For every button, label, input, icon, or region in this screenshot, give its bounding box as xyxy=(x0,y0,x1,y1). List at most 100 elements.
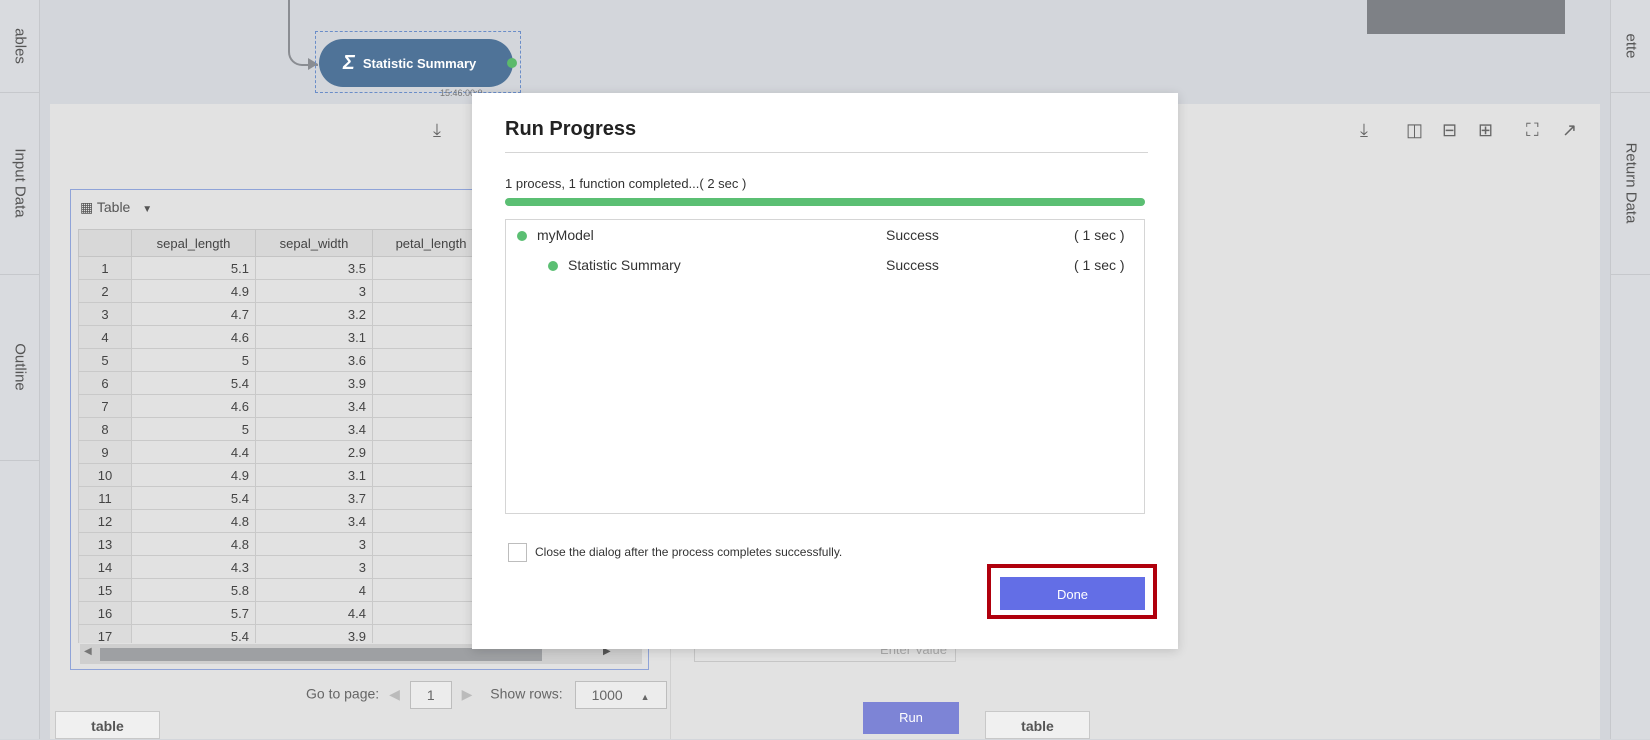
split-horizontal-icon[interactable]: ⊟ xyxy=(1442,120,1457,141)
row-number: 3 xyxy=(78,302,132,326)
node-output-port[interactable] xyxy=(507,58,517,68)
column-header[interactable]: sepal_width xyxy=(255,229,373,257)
close-dialog-checkbox[interactable] xyxy=(508,543,527,562)
grid-layout-icon[interactable]: ⊞ xyxy=(1478,120,1493,141)
table-row[interactable]: 155.841 xyxy=(78,578,490,602)
scroll-left-icon[interactable]: ◀ xyxy=(84,646,92,657)
run-button[interactable]: Run xyxy=(863,702,959,734)
sidebar-tab-label: ette xyxy=(1622,33,1640,59)
table-row[interactable]: 94.42.91 xyxy=(78,440,490,464)
left-bottom-tab[interactable]: table xyxy=(55,711,160,739)
process-list: myModel Success ( 1 sec ) Statistic Summ… xyxy=(505,219,1145,514)
row-number: 11 xyxy=(78,486,132,510)
table-cell: 4.4 xyxy=(131,440,256,464)
row-number: 1 xyxy=(78,256,132,280)
row-number: 5 xyxy=(78,348,132,372)
column-header[interactable]: sepal_length xyxy=(131,229,256,257)
next-page-icon[interactable]: ▶ xyxy=(462,686,473,702)
table-cell: 3.4 xyxy=(255,417,373,441)
download-icon[interactable]: ⤓ xyxy=(1360,120,1368,141)
sidebar-tab-label: Input Data xyxy=(11,148,29,218)
left-sidebar: ables Input Data Outline xyxy=(0,0,40,739)
table-cell: 3 xyxy=(255,555,373,579)
sidebar-tab-label: Outline xyxy=(11,343,29,391)
table-cell: 3.5 xyxy=(255,256,373,280)
table-row[interactable]: 115.43.71 xyxy=(78,486,490,510)
sidebar-tab-label: ables xyxy=(11,28,29,64)
dialog-title: Run Progress xyxy=(505,118,637,140)
table-row[interactable]: 853.41 xyxy=(78,417,490,441)
table-row[interactable]: 15.13.51 xyxy=(78,256,490,280)
download-icon[interactable]: ⤓ xyxy=(433,120,441,141)
table-cell: 4.4 xyxy=(255,601,373,625)
table-row[interactable]: 104.93.11 xyxy=(78,463,490,487)
table-row[interactable]: 165.74.41 xyxy=(78,601,490,625)
process-status: Success xyxy=(886,257,939,273)
table-view-selector[interactable]: ▦ Table ▼ xyxy=(80,199,152,216)
node-label: Statistic Summary xyxy=(362,55,477,71)
row-number: 9 xyxy=(78,440,132,464)
process-name: myModel xyxy=(537,227,594,243)
table-cell: 5 xyxy=(131,417,256,441)
table-row[interactable]: 34.73.21 xyxy=(78,302,490,326)
progress-status: 1 process, 1 function completed...( 2 se… xyxy=(505,176,747,191)
rows-value: 1000 xyxy=(591,687,623,703)
table-cell: 5.4 xyxy=(131,624,256,643)
row-number: 17 xyxy=(78,624,132,643)
prev-page-icon[interactable]: ◀ xyxy=(389,686,400,702)
table-view-label: Table xyxy=(96,199,131,215)
table-cell: 3.9 xyxy=(255,371,373,395)
table-row[interactable]: 124.83.41 xyxy=(78,509,490,533)
right-bottom-tab[interactable]: table xyxy=(985,711,1090,739)
table-row[interactable]: 44.63.11 xyxy=(78,325,490,349)
sidebar-tab-palette[interactable]: ette xyxy=(1611,0,1650,93)
fullscreen-icon[interactable]: ⛶ xyxy=(1526,120,1539,141)
row-number: 16 xyxy=(78,601,132,625)
show-rows-label: Show rows: xyxy=(490,685,563,702)
table-cell: 3.1 xyxy=(255,325,373,349)
success-status-icon xyxy=(548,261,558,271)
sidebar-tab-variables[interactable]: ables xyxy=(0,0,40,93)
sidebar-tab-return-data[interactable]: Return Data xyxy=(1611,92,1650,275)
rows-select[interactable]: 1000 ▲ xyxy=(574,681,667,709)
table-cell: 3.9 xyxy=(255,624,373,643)
table-cell: 5.1 xyxy=(131,256,256,280)
table-cell: 4 xyxy=(255,578,373,602)
sigma-icon: Σ xyxy=(343,51,355,74)
table-cell: 4.9 xyxy=(131,279,256,303)
process-status: Success xyxy=(886,227,939,243)
table-row[interactable]: 144.331 xyxy=(78,555,490,579)
table-row[interactable]: 134.831 xyxy=(78,532,490,556)
table-cell: 4.6 xyxy=(131,394,256,418)
table-cell: 5.4 xyxy=(131,486,256,510)
table-row[interactable]: 24.931 xyxy=(78,279,490,303)
split-vertical-icon[interactable]: ◫ xyxy=(1406,120,1423,141)
table-row[interactable]: 553.61 xyxy=(78,348,490,372)
table-row[interactable]: 175.43.91 xyxy=(78,624,490,643)
column-header[interactable] xyxy=(78,229,132,257)
process-time: ( 1 sec ) xyxy=(1074,257,1125,273)
scrollbar-thumb[interactable] xyxy=(100,648,542,661)
table-cell: 5 xyxy=(131,348,256,372)
table-cell: 5.4 xyxy=(131,371,256,395)
table-row[interactable]: 74.63.41 xyxy=(78,394,490,418)
minimap[interactable] xyxy=(1367,0,1565,34)
sidebar-tab-input-data[interactable]: Input Data xyxy=(0,92,40,275)
process-time: ( 1 sec ) xyxy=(1074,227,1125,243)
done-button[interactable]: Done xyxy=(1000,577,1145,610)
statistic-summary-node[interactable]: Σ Statistic Summary xyxy=(319,39,513,87)
table-cell: 3.4 xyxy=(255,394,373,418)
popout-icon[interactable]: ↗ xyxy=(1562,120,1577,141)
row-number: 2 xyxy=(78,279,132,303)
table-row[interactable]: 65.43.91 xyxy=(78,371,490,395)
sidebar-tab-outline[interactable]: Outline xyxy=(0,274,40,461)
row-number: 4 xyxy=(78,325,132,349)
row-number: 13 xyxy=(78,532,132,556)
table-cell: 4.7 xyxy=(131,302,256,326)
sidebar-tab-label: Return Data xyxy=(1622,142,1640,224)
page-input[interactable]: 1 xyxy=(409,681,452,709)
row-number: 15 xyxy=(78,578,132,602)
row-number: 14 xyxy=(78,555,132,579)
table-cell: 3 xyxy=(255,532,373,556)
table-cell: 3.6 xyxy=(255,348,373,372)
